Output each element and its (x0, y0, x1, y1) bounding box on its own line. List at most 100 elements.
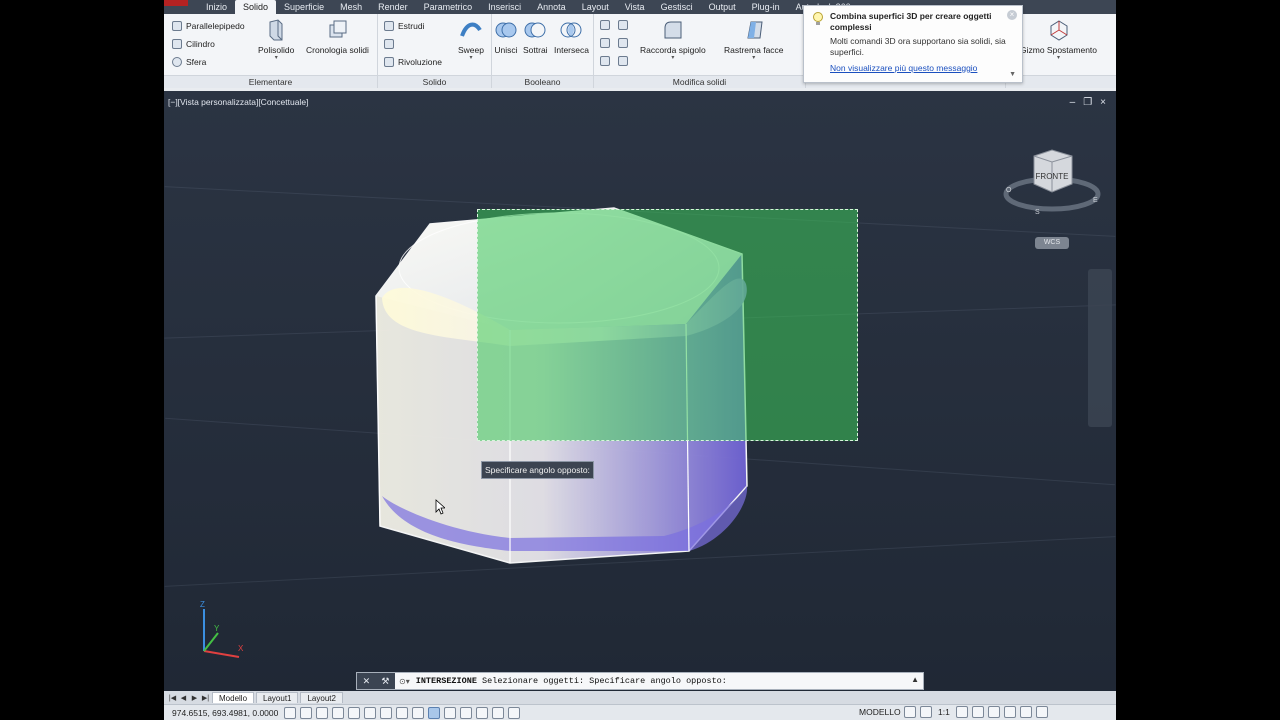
dont-show-again-link[interactable]: Non visualizzare più questo messaggio (830, 63, 1014, 73)
next-tab-icon[interactable]: ▶ (190, 694, 199, 702)
tab-layout1[interactable]: Layout1 (256, 692, 299, 703)
status-bar: 974.6515, 693.4981, 0.0000 MODELLO 1:1 (164, 704, 1116, 720)
quick-properties-icon[interactable] (476, 706, 488, 719)
object-snap-icon[interactable] (364, 706, 376, 719)
mouse-cursor-icon (435, 499, 445, 515)
rastrema-facce-button[interactable]: Rastrema facce ▾ (724, 18, 784, 61)
grid-display-icon[interactable] (316, 706, 328, 719)
coordinates-display[interactable]: 974.6515, 693.4981, 0.0000 (164, 708, 282, 718)
tab-gestisci[interactable]: Gestisci (653, 0, 701, 14)
tab-output[interactable]: Output (701, 0, 744, 14)
balloon-expand-icon[interactable]: ▼ (1009, 71, 1016, 78)
application-menu-icon[interactable] (164, 0, 188, 6)
viewport-controls-label[interactable]: [−][Vista personalizzata][Concettuale] (168, 97, 308, 107)
workspace-switching-icon[interactable] (971, 706, 984, 718)
sottrai-button[interactable]: Sottrai (523, 18, 548, 55)
tab-parametrico[interactable]: Parametrico (416, 0, 481, 14)
thicken-icon[interactable] (618, 20, 628, 30)
dynamic-input-icon[interactable] (428, 706, 440, 719)
rivoluzione-button[interactable]: Rivoluzione (384, 57, 442, 67)
polisolido-label: Polisolido (258, 45, 295, 55)
slice-icon[interactable] (600, 20, 610, 30)
sottrai-label: Sottrai (523, 45, 548, 55)
interseca-button[interactable]: Interseca (554, 18, 589, 55)
tab-inizio[interactable]: Inizio (198, 0, 235, 14)
gizmo-spostamento-button[interactable]: Gizmo Spostamento ▾ (1020, 18, 1097, 61)
revolve-icon (384, 57, 394, 67)
infer-constraints-icon[interactable] (284, 706, 296, 719)
drawing-viewport[interactable]: [−][Vista personalizzata][Concettuale] –… (164, 91, 1116, 691)
tab-layout[interactable]: Layout (574, 0, 617, 14)
balloon-title: Combina superfici 3D per creare oggetti … (830, 11, 992, 32)
minimize-icon[interactable]: – (1070, 97, 1076, 108)
last-tab-icon[interactable]: ▶| (201, 694, 210, 702)
viewcube[interactable]: FRONTE O S E (1002, 146, 1102, 221)
raccorda-spigolo-button[interactable]: Raccorda spigolo ▾ (640, 18, 706, 61)
recent-commands-icon[interactable]: ⊙▾ (395, 677, 410, 686)
restore-icon[interactable]: ❐ (1083, 97, 1092, 108)
command-line[interactable]: ✕ ⚒ ⊙▾ INTERSEZIONE Selezionare oggetti:… (356, 672, 924, 690)
snap-mode-icon[interactable] (300, 706, 312, 719)
extract-edges-icon[interactable] (618, 38, 628, 48)
lineweight-icon[interactable] (444, 706, 456, 719)
isolate-objects-icon[interactable] (1003, 706, 1016, 718)
compass-south-label[interactable]: S (1035, 209, 1040, 216)
offset-edge-icon[interactable] (600, 56, 610, 66)
3d-object-snap-icon[interactable] (380, 706, 392, 719)
annotation-scale[interactable]: 1:1 (938, 707, 950, 717)
object-snap-tracking-icon[interactable] (396, 706, 408, 719)
prev-tab-icon[interactable]: ◀ (179, 694, 188, 702)
tab-modello[interactable]: Modello (212, 692, 255, 703)
annotation-monitor-icon[interactable] (508, 706, 520, 719)
tab-annota[interactable]: Annota (529, 0, 574, 14)
parallelepipedo-button[interactable]: Parallelepipedo (172, 21, 245, 31)
polisolido-button[interactable]: Polisolido ▾ (258, 18, 294, 61)
cilindro-label: Cilindro (186, 39, 215, 49)
lock-ui-icon[interactable] (987, 706, 1000, 718)
cronologia-solidi-button[interactable]: Cronologia solidi (306, 18, 369, 55)
quick-view-layouts-icon[interactable] (904, 706, 916, 718)
tab-solido[interactable]: Solido (235, 0, 277, 14)
close-icon[interactable]: × (1100, 97, 1106, 108)
annotation-visibility-icon[interactable] (955, 706, 968, 718)
wrench-icon[interactable]: ⚒ (381, 676, 389, 687)
ucs-x-label: X (238, 644, 244, 653)
tab-mesh[interactable]: Mesh (332, 0, 370, 14)
sweep-button[interactable]: Sweep ▾ (458, 18, 484, 61)
ortho-mode-icon[interactable] (332, 706, 344, 719)
dynamic-ucs-icon[interactable] (412, 706, 424, 719)
clean-screen-icon[interactable] (1035, 706, 1048, 718)
viewcube-face-label[interactable]: FRONTE (1036, 172, 1069, 181)
compass-east-label[interactable]: E (1093, 197, 1098, 204)
selection-cycling-icon[interactable] (492, 706, 504, 719)
tab-superficie[interactable]: Superficie (276, 0, 332, 14)
quick-view-drawings-icon[interactable] (920, 706, 932, 718)
unisci-button[interactable]: Unisci (494, 18, 518, 55)
imprint-icon[interactable] (600, 38, 610, 48)
model-space-button[interactable]: MODELLO (859, 707, 901, 717)
tab-inserisci[interactable]: Inserisci (480, 0, 529, 14)
extra-solid-button[interactable] (384, 39, 394, 49)
tab-render[interactable]: Render (370, 0, 416, 14)
wcs-menu[interactable]: WCS (1035, 237, 1069, 249)
command-history-icon[interactable]: ▲ (911, 675, 919, 684)
dropdown-arrow-icon: ▾ (752, 55, 756, 61)
cilindro-button[interactable]: Cilindro (172, 39, 215, 49)
tab-vista[interactable]: Vista (617, 0, 653, 14)
tab-layout2[interactable]: Layout2 (300, 692, 343, 703)
hardware-acceleration-icon[interactable] (1019, 706, 1032, 718)
first-tab-icon[interactable]: |◀ (168, 694, 177, 702)
dropdown-arrow-icon: ▾ (1057, 55, 1061, 61)
navigation-bar[interactable] (1088, 269, 1112, 427)
tab-plugin[interactable]: Plug-in (744, 0, 788, 14)
estrudi-button[interactable]: Estrudi (384, 21, 424, 31)
polar-tracking-icon[interactable] (348, 706, 360, 719)
close-icon[interactable]: ✕ (363, 676, 371, 687)
compass-west-label[interactable]: O (1006, 187, 1012, 194)
cronologia-solidi-label: Cronologia solidi (306, 45, 369, 55)
transparency-icon[interactable] (460, 706, 472, 719)
shell-icon[interactable] (618, 56, 628, 66)
rastrema-facce-label: Rastrema facce (724, 45, 784, 55)
balloon-close-icon[interactable]: × (1007, 10, 1017, 20)
sfera-button[interactable]: Sfera (172, 57, 206, 67)
